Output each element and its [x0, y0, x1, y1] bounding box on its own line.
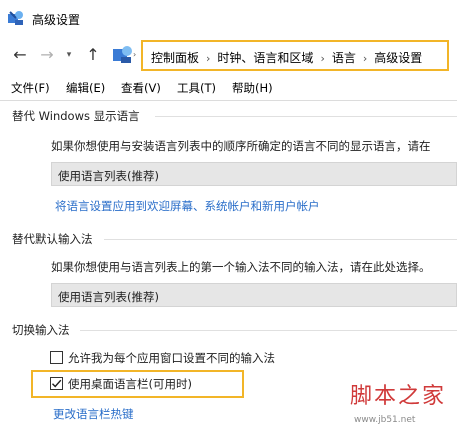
control-panel-app-icon	[8, 11, 23, 25]
display-language-select[interactable]: 使用语言列表(推荐)	[51, 162, 457, 186]
menu-edit[interactable]: 编辑(E)	[66, 80, 105, 96]
window-title: 高级设置	[32, 13, 81, 27]
section-divider	[155, 116, 457, 117]
desktop-language-bar-checkbox[interactable]	[50, 377, 63, 390]
watermark-url: www.jb51.net	[354, 415, 416, 425]
desktop-language-bar-label[interactable]: 使用桌面语言栏(可用时)	[68, 376, 192, 392]
menu-divider	[0, 100, 457, 101]
breadcrumb-separator-icon[interactable]: ›	[199, 52, 217, 65]
breadcrumb-item-clock-language-region[interactable]: 时钟、语言和区域	[217, 51, 313, 65]
back-arrow-icon[interactable]: ←	[11, 46, 29, 64]
breadcrumb-separator-icon[interactable]: ›	[356, 52, 374, 65]
menu-file[interactable]: 文件(F)	[11, 80, 50, 96]
apply-to-welcome-screen-link[interactable]: 将语言设置应用到欢迎屏幕、系统帐户和新用户帐户	[55, 198, 320, 214]
per-app-input-label[interactable]: 允许我为每个应用窗口设置不同的输入法	[68, 350, 275, 366]
breadcrumb-item-language[interactable]: 语言	[332, 51, 356, 65]
check-mark-icon	[52, 379, 62, 388]
default-input-heading: 替代默认输入法	[12, 232, 93, 246]
default-input-select[interactable]: 使用语言列表(推荐)	[51, 283, 457, 307]
menu-bar: 文件(F) 编辑(E) 查看(V) 工具(T) 帮助(H)	[0, 78, 457, 98]
breadcrumb-separator-icon[interactable]: ›	[313, 52, 331, 65]
forward-arrow-icon[interactable]: →	[38, 46, 56, 64]
address-dropdown-chevron-icon[interactable]: ›	[133, 50, 136, 59]
up-arrow-icon[interactable]: ↑	[84, 46, 102, 64]
change-language-bar-hotkeys-link[interactable]: 更改语言栏热键	[53, 406, 134, 422]
per-app-input-checkbox[interactable]	[50, 351, 63, 364]
menu-view[interactable]: 查看(V)	[121, 80, 161, 96]
watermark-logo: 脚本之家	[350, 384, 447, 409]
breadcrumb: 控制面板 › 时钟、语言和区域 › 语言 › 高级设置	[151, 49, 422, 66]
title-bar: 高级设置	[0, 0, 457, 36]
display-language-heading: 替代 Windows 显示语言	[12, 109, 140, 123]
display-language-description: 如果你想使用与安装语言列表中的顺序所确定的语言不同的显示语言，请在	[51, 139, 431, 153]
control-panel-location-icon	[113, 46, 132, 63]
default-input-select-value: 使用语言列表(推荐)	[58, 290, 159, 304]
section-divider	[80, 330, 457, 331]
recent-locations-chevron-icon[interactable]: ▾	[60, 46, 78, 64]
breadcrumb-item-advanced-settings[interactable]: 高级设置	[374, 51, 422, 65]
address-bar[interactable]: 控制面板 › 时钟、语言和区域 › 语言 › 高级设置	[141, 40, 449, 71]
switch-input-heading: 切换输入法	[12, 323, 70, 337]
breadcrumb-item-control-panel[interactable]: 控制面板	[151, 51, 199, 65]
default-input-description: 如果你想使用与语言列表上的第一个输入法不同的输入法，请在此处选择。	[51, 260, 431, 274]
section-divider	[104, 239, 457, 240]
menu-help[interactable]: 帮助(H)	[232, 80, 273, 96]
display-language-select-value: 使用语言列表(推荐)	[58, 169, 159, 183]
menu-tools[interactable]: 工具(T)	[177, 80, 216, 96]
